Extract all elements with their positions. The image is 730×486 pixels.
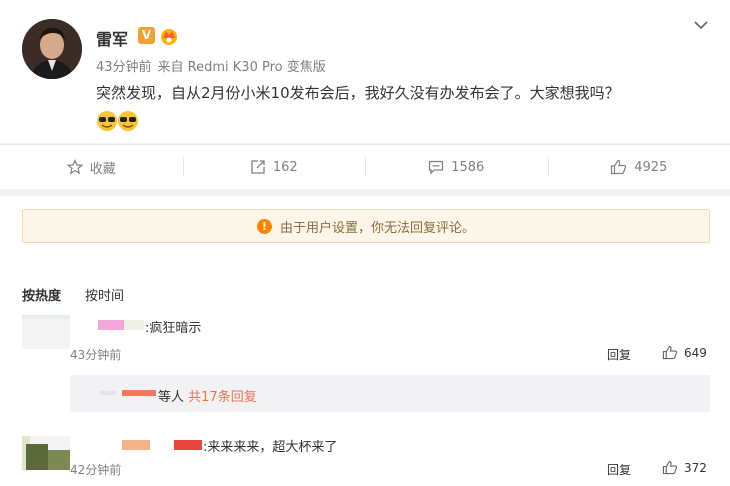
verified-v-icon: V xyxy=(138,27,155,44)
blurred-avatar xyxy=(22,315,70,349)
comment-like-count: 649 xyxy=(684,345,707,360)
weibo-post: 雷军 V 43分钟前 来自 Redmi K30 Pro 变焦版 突然发现，自从2月… xyxy=(0,0,730,143)
post-time[interactable]: 43分钟前 xyxy=(96,60,152,75)
view-all-replies-link[interactable]: 共17条回复 xyxy=(188,390,257,405)
comment-button[interactable]: 1586 xyxy=(365,145,548,189)
emoji-row xyxy=(96,110,140,132)
comment-panel: ! 由于用户设置，你无法回复评论。 按热度 按时间 :疯狂暗示 43分钟前 回复… xyxy=(0,196,730,486)
sub-reply-prefix: 等人 xyxy=(158,390,185,405)
tab-by-heat[interactable]: 按热度 xyxy=(22,285,61,304)
thumbs-up-icon xyxy=(662,460,678,475)
like-button[interactable]: 4925 xyxy=(547,145,730,189)
favorite-button[interactable]: 收藏 xyxy=(0,145,183,189)
comment-avatar[interactable] xyxy=(22,436,70,470)
fan-badge-icon[interactable] xyxy=(158,26,180,46)
repost-button[interactable]: 162 xyxy=(182,145,366,189)
username[interactable]: 雷军 xyxy=(96,26,128,50)
like-count: 4925 xyxy=(634,159,668,175)
comment-avatar[interactable] xyxy=(22,315,70,349)
comment-icon xyxy=(429,160,444,175)
post-text: 突然发现，自从2月份小米10发布会后，我好久没有办发布会了。大家想我吗？ xyxy=(96,84,620,102)
reply-button[interactable]: 回复 xyxy=(607,346,631,363)
avatar[interactable] xyxy=(22,19,82,79)
notice-text: 由于用户设置，你无法回复评论。 xyxy=(279,220,475,236)
favorite-label: 收藏 xyxy=(89,161,116,177)
post-meta: 43分钟前 来自 Redmi K30 Pro 变焦版 xyxy=(96,56,332,75)
reply-button[interactable]: 回复 xyxy=(607,461,631,478)
chevron-down-icon[interactable] xyxy=(692,16,710,34)
post-source: 来自 Redmi K30 Pro 变焦版 xyxy=(157,60,326,75)
comment-like-count: 372 xyxy=(684,460,707,475)
sub-replies[interactable]: 等人 共17条回复 xyxy=(70,375,710,412)
blurred-avatar xyxy=(22,436,70,470)
repost-count: 162 xyxy=(272,159,298,175)
comment-count: 1586 xyxy=(451,159,485,175)
comment-like-button[interactable]: 649 xyxy=(662,345,707,360)
comment-time: 43分钟前 xyxy=(70,348,122,362)
sunglasses-emoji xyxy=(97,111,138,131)
blurred-username[interactable] xyxy=(98,320,144,330)
thumbs-up-icon xyxy=(611,159,627,175)
blurred-username[interactable] xyxy=(122,440,204,450)
action-bar: 收藏 162 1586 4925 xyxy=(0,144,730,189)
repost-icon xyxy=(251,160,265,174)
sort-tabs: 按热度 按时间 xyxy=(22,285,148,304)
tab-by-time[interactable]: 按时间 xyxy=(85,285,124,304)
sub-reply-summary: 等人 共17条回复 xyxy=(158,386,257,405)
warning-icon: ! xyxy=(256,218,272,234)
reply-disabled-notice: ! 由于用户设置，你无法回复评论。 xyxy=(22,209,710,243)
avatar-photo xyxy=(22,19,82,79)
thumbs-up-icon xyxy=(662,345,678,360)
star-icon xyxy=(66,159,83,175)
comment-time: 42分钟前 xyxy=(70,463,122,477)
comment-text: :疯狂暗示 xyxy=(145,321,202,336)
comment-like-button[interactable]: 372 xyxy=(662,460,707,475)
comment-text: :来来来来，超大杯来了 xyxy=(203,440,338,455)
blurred-reply-names xyxy=(100,390,156,396)
